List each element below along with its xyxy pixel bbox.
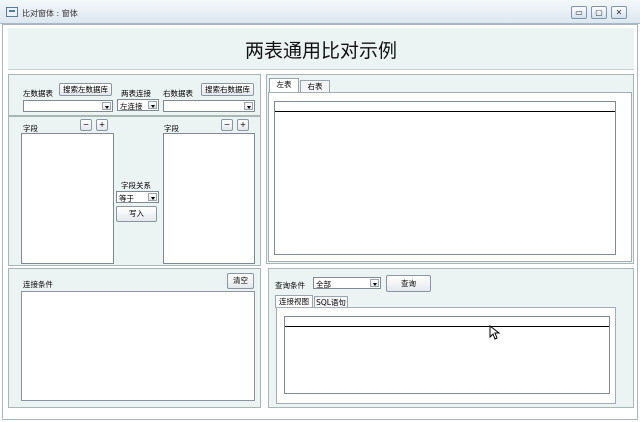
page-title: 两表通用比对示例	[244, 40, 397, 62]
join-condition-label: 连接条件	[23, 280, 53, 289]
clear-button[interactable]: 清空	[227, 273, 254, 289]
left-fields-add-button[interactable]: +	[96, 119, 108, 131]
close-button[interactable]: ✕	[611, 6, 627, 19]
chevron-down-icon[interactable]	[148, 193, 157, 201]
chevron-down-icon[interactable]	[244, 102, 253, 110]
join-type-select[interactable]: 左连接	[117, 99, 159, 111]
grid-header-line	[275, 111, 615, 112]
left-fields-list[interactable]	[21, 133, 114, 264]
join-view-grid[interactable]	[284, 316, 610, 394]
query-condition-select[interactable]: 全部	[313, 277, 381, 289]
field-relation-select[interactable]: 等于	[116, 191, 159, 203]
search-right-db-button[interactable]: 搜索右数据库	[201, 83, 254, 96]
field-relation-label: 字段关系	[121, 181, 151, 190]
query-condition-label: 查询条件	[275, 281, 305, 290]
form-icon	[6, 7, 18, 17]
left-table-select[interactable]	[23, 100, 113, 112]
left-table-grid[interactable]	[274, 101, 616, 255]
chevron-down-icon[interactable]	[148, 101, 157, 109]
grid-header-line	[285, 326, 609, 327]
chevron-down-icon[interactable]	[370, 279, 379, 287]
write-button[interactable]: 写入	[116, 206, 157, 222]
right-table-select[interactable]	[163, 100, 255, 112]
minimize-button[interactable]: ▭	[571, 6, 587, 19]
maximize-button[interactable]: ▢	[591, 6, 607, 19]
search-left-db-button[interactable]: 搜索左数据库	[59, 83, 112, 96]
chevron-down-icon[interactable]	[102, 102, 111, 110]
right-fields-list[interactable]	[163, 133, 255, 264]
left-table-label: 左数据表	[23, 89, 53, 98]
window-titlebar	[0, 0, 640, 24]
mouse-cursor-icon	[489, 325, 501, 340]
join-type-label: 两表连接	[121, 89, 151, 98]
window-title: 比对窗体 : 窗体	[22, 9, 78, 18]
query-button[interactable]: 查询	[386, 275, 431, 292]
right-table-label: 右数据表	[163, 89, 193, 98]
tab-left-table[interactable]: 左表	[269, 78, 299, 92]
tab-right-table[interactable]: 右表	[300, 80, 330, 92]
right-fields-remove-button[interactable]: −	[221, 119, 233, 131]
right-fields-add-button[interactable]: +	[237, 119, 249, 131]
left-fields-remove-button[interactable]: −	[80, 119, 92, 131]
join-condition-textbox[interactable]	[21, 291, 255, 401]
